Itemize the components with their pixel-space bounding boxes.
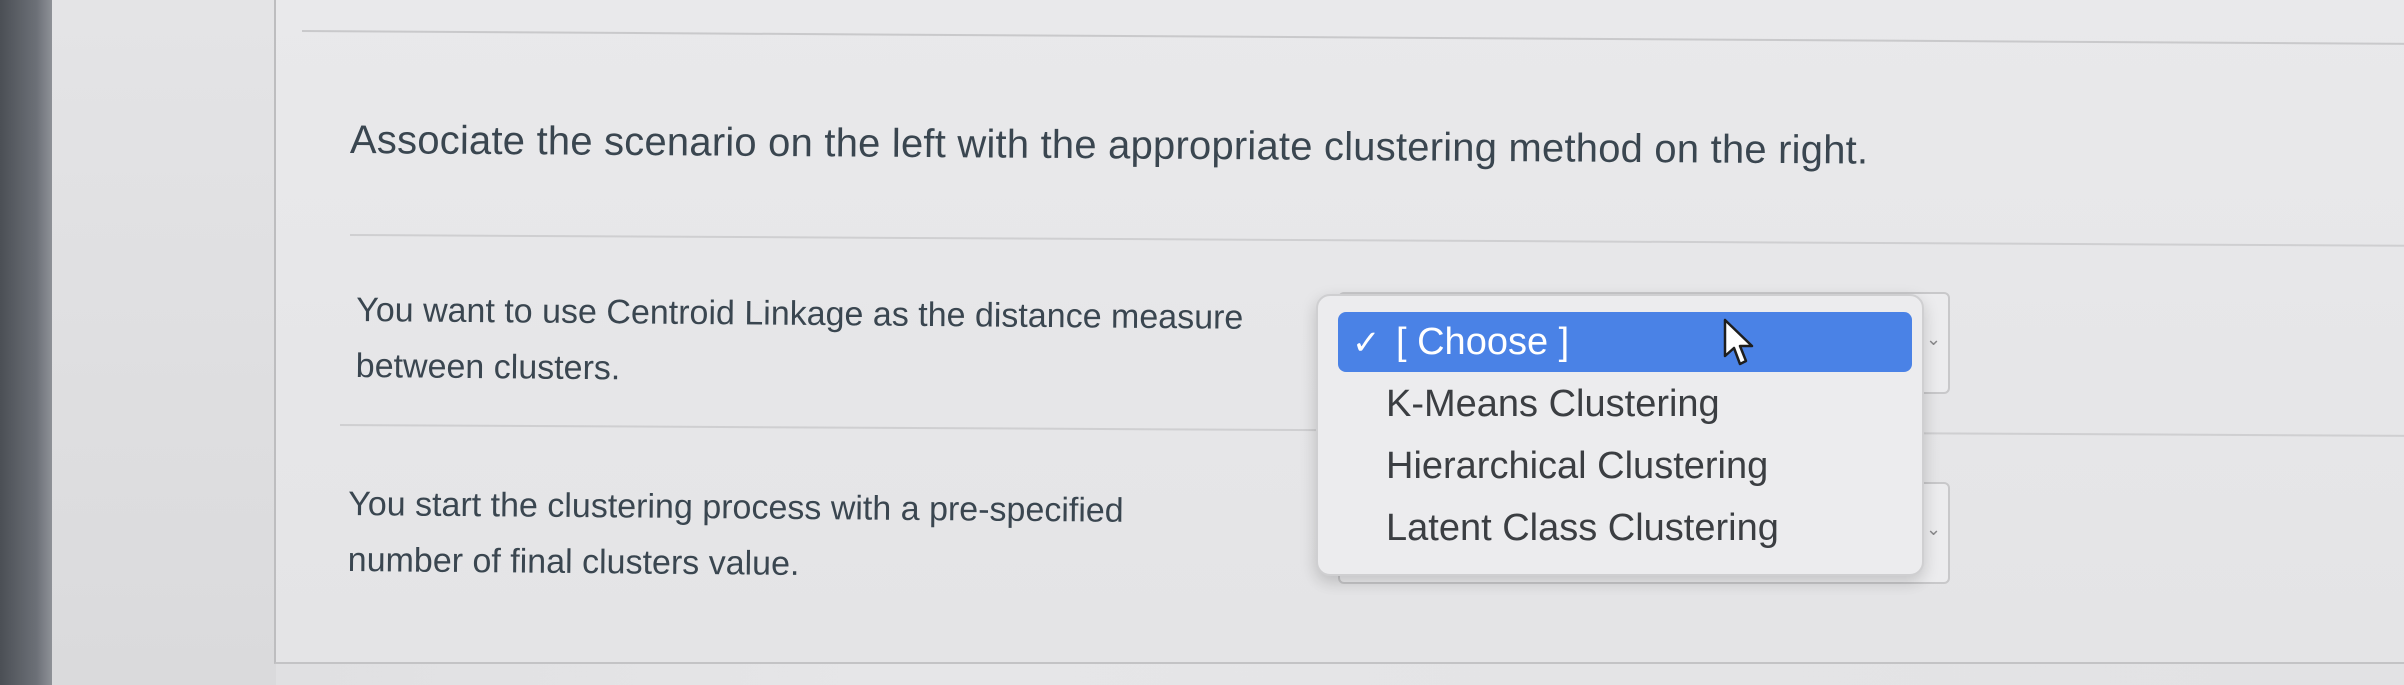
checkmark-icon: ✓ <box>1352 324 1381 362</box>
window-edge <box>0 0 52 685</box>
chevron-down-icon: ⌄ <box>1926 519 1942 539</box>
dropdown-option-choose[interactable]: ✓ [ Choose ] <box>1338 312 1912 372</box>
chevron-down-icon: ⌄ <box>1926 329 1942 349</box>
mouse-pointer-icon <box>1723 318 1754 366</box>
scenario-text-1: You want to use Centroid Linkage as the … <box>355 291 1244 388</box>
dropdown-option-latent-class[interactable]: Latent Class Clustering <box>1318 498 1922 558</box>
scenario-text-2: You start the clustering process with a … <box>347 485 1124 583</box>
option-label: [ Choose ] <box>1396 321 1570 363</box>
dropdown-menu: ✓ [ Choose ] K-Means Clustering Hierarchi… <box>1316 294 1924 576</box>
page-gutter <box>52 0 276 685</box>
dropdown-option-kmeans[interactable]: K-Means Clustering <box>1318 374 1922 434</box>
dropdown-option-hierarchical[interactable]: Hierarchical Clustering <box>1318 436 1922 496</box>
